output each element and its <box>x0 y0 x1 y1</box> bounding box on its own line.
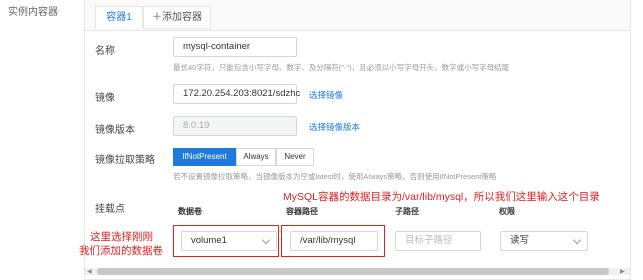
pull-policy-never[interactable]: Never <box>276 148 314 166</box>
name-label: 名称 <box>95 46 115 57</box>
tab-add-container-label: 添加容器 <box>162 12 202 23</box>
name-input[interactable]: mysql-container <box>173 37 297 57</box>
column-subpath: 子路径 <box>395 207 419 216</box>
pull-policy-label: 镜像拉取策略 <box>95 155 155 166</box>
scroll-left-icon[interactable]: ◀ <box>87 268 92 275</box>
annotation-box-path <box>281 225 385 257</box>
image-input[interactable]: 172.20.254.203:8021/sdzhc <box>173 84 300 104</box>
pull-policy-always[interactable]: Always <box>236 148 276 166</box>
permission-select[interactable]: 读写 <box>500 231 588 251</box>
pull-policy-ifnotpresent[interactable]: IfNotPresent <box>173 148 236 166</box>
column-container-path: 容器路径 <box>286 207 318 216</box>
select-image-link[interactable]: 选择镜像 <box>309 89 343 101</box>
annotation-left-line1: 这里选择刚刚 <box>90 231 153 243</box>
chevron-down-icon <box>572 235 582 245</box>
image-version-label: 镜像版本 <box>95 125 135 136</box>
container-panel: 容器1 ＋添加容器 名称 mysql-container 最长40字符，只能包含… <box>84 0 631 280</box>
annotation-box-volume <box>173 225 279 257</box>
scrollbar-thumb[interactable] <box>97 268 609 275</box>
select-image-version-link[interactable]: 选择镜像版本 <box>309 121 360 133</box>
annotation-top: MySQL容器的数据目录为/var/lib/mysql，所以我们这里输入这个目录 <box>283 191 600 203</box>
scroll-right-icon[interactable]: ▶ <box>620 268 625 275</box>
plus-icon: ＋ <box>152 12 162 23</box>
subpath-input[interactable]: 目标子路径 <box>395 231 481 251</box>
section-label: 实例内容器 <box>8 7 58 18</box>
tab-container-1[interactable]: 容器1 <box>95 6 143 29</box>
tab-bar: 容器1 ＋添加容器 <box>85 0 630 31</box>
column-permission: 权限 <box>499 207 515 216</box>
name-hint: 最长40字符，只能包含小写字母、数字、及分隔符("-")，且必须以小写字母开头，… <box>173 63 510 72</box>
image-version-input: 8.0.19 <box>173 116 297 136</box>
column-volume: 数据卷 <box>178 207 202 216</box>
pull-policy-hint: 若不设置镜像拉取策略，当镜像版本为空或latest时，使用Always策略，否则… <box>173 172 497 181</box>
tab-add-container[interactable]: ＋添加容器 <box>143 6 211 29</box>
mount-label: 挂载点 <box>95 204 125 215</box>
permission-select-value: 读写 <box>510 235 530 246</box>
annotation-left-line2: 我们添加的数据卷 <box>79 245 163 257</box>
horizontal-scrollbar[interactable] <box>85 268 630 275</box>
image-label: 镜像 <box>95 93 115 104</box>
